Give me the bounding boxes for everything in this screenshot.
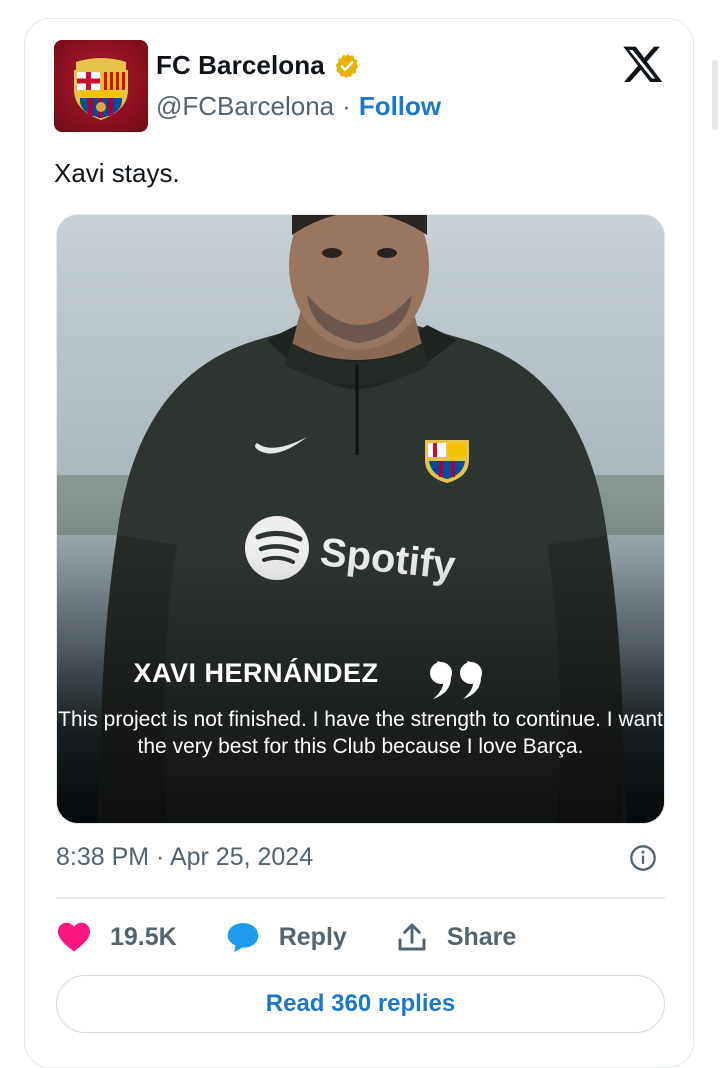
share-label: Share <box>446 922 517 951</box>
action-bar: 19.5K Reply Share <box>56 915 564 959</box>
fc-barcelona-crest-icon <box>74 58 128 120</box>
info-icon[interactable] <box>629 844 657 872</box>
read-replies-button[interactable]: Read 360 replies <box>56 975 665 1033</box>
share-icon <box>398 923 426 951</box>
divider <box>56 897 665 899</box>
heart-icon <box>58 922 90 952</box>
separator: · <box>342 91 351 121</box>
avatar[interactable] <box>54 40 148 132</box>
account-handle[interactable]: @FCBarcelona <box>156 91 334 122</box>
reply-label: Reply <box>278 922 347 951</box>
tweet-timestamp[interactable]: 8:38 PM · Apr 25, 2024 <box>56 843 313 872</box>
follow-button[interactable]: Follow <box>359 91 441 122</box>
quote-author: XAVI HERNÁNDEZ <box>133 658 379 688</box>
verified-badge-icon <box>335 53 359 78</box>
display-name[interactable]: FC Barcelona <box>156 50 325 81</box>
reply-button[interactable]: Reply <box>225 921 347 953</box>
like-count: 19.5K <box>110 922 177 951</box>
like-button[interactable]: 19.5K <box>56 921 177 953</box>
reply-bubble-icon <box>227 923 258 953</box>
tweet-text: Xavi stays. <box>54 158 180 188</box>
quote-text: This project is not finished. I have the… <box>58 708 663 758</box>
share-button[interactable]: Share <box>395 921 516 953</box>
scrollbar[interactable] <box>712 60 718 130</box>
x-logo-icon[interactable] <box>620 44 664 86</box>
